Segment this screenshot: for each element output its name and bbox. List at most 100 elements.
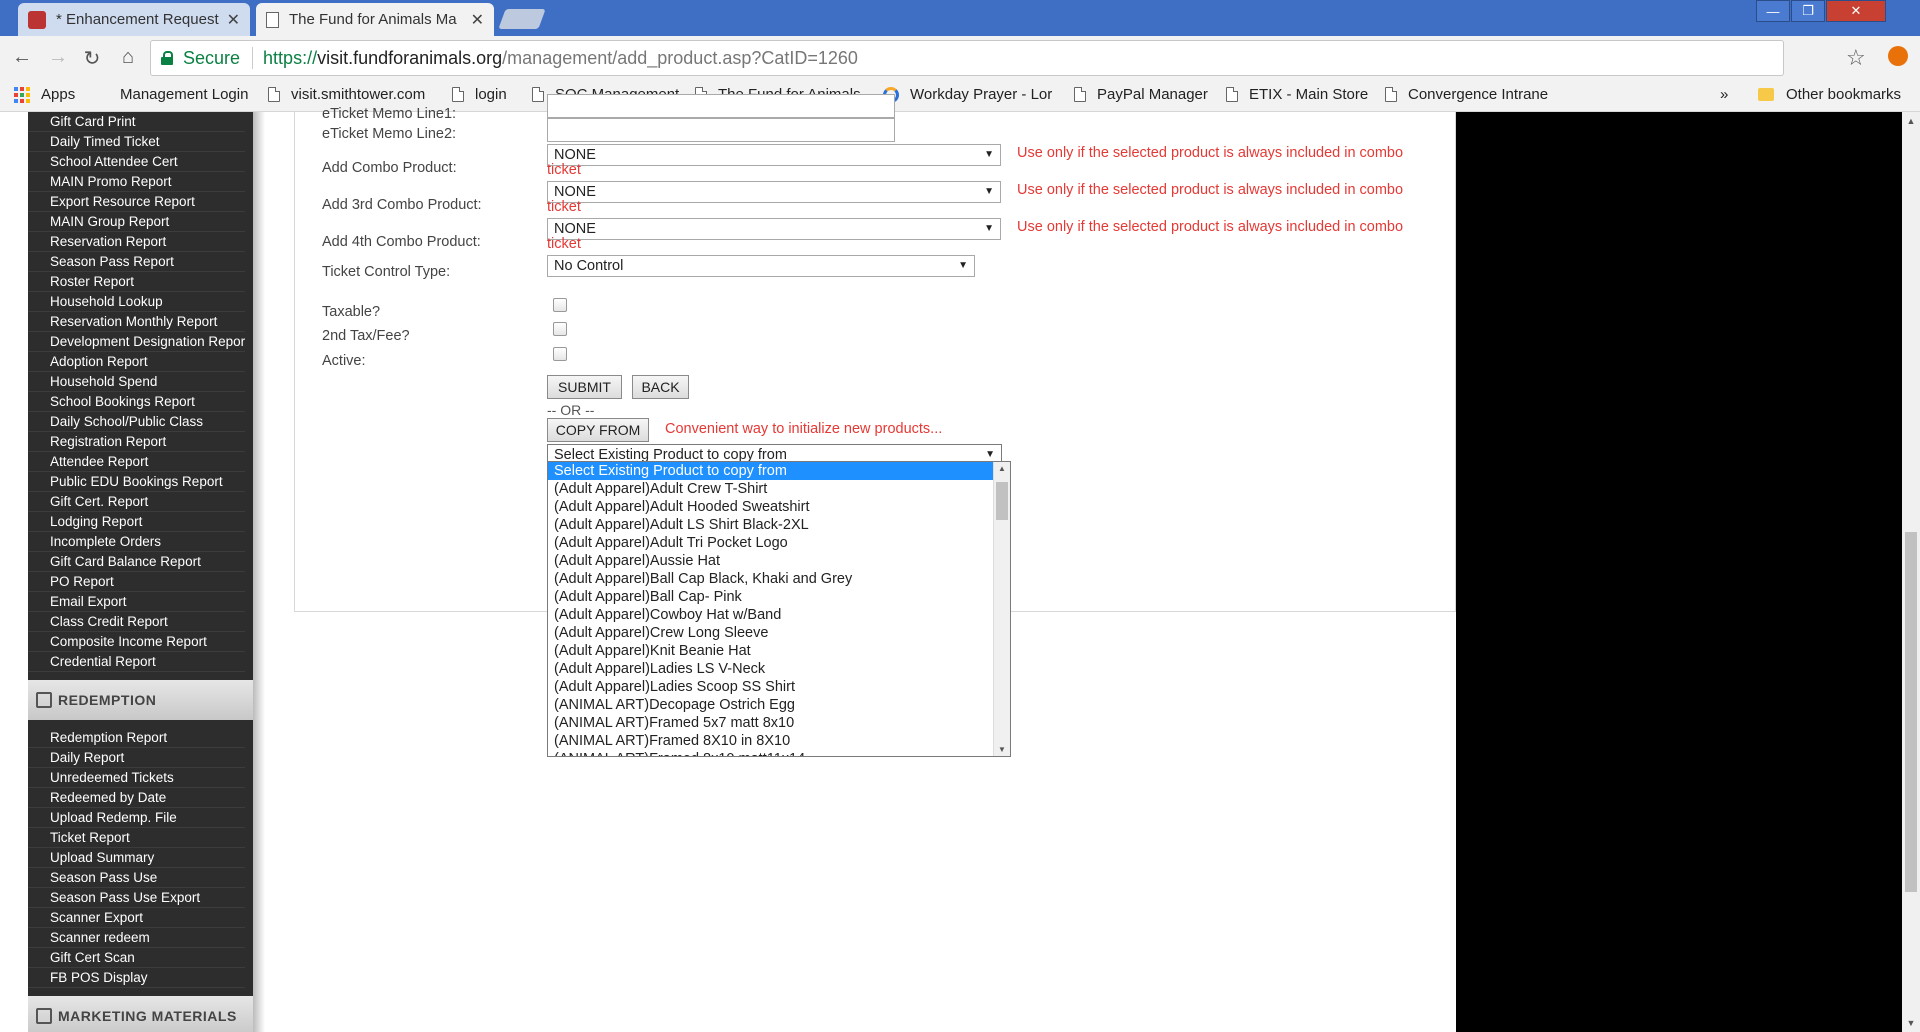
dropdown-option[interactable]: (Adult Apparel)Knit Beanie Hat [548,642,1010,660]
sidebar-item[interactable]: Gift Card Print [28,112,245,132]
submit-button[interactable]: SUBMIT [547,375,622,399]
bookmark-convergence-intranet[interactable]: Convergence Intrane [1385,86,1548,103]
dropdown-option[interactable]: Select Existing Product to copy from [548,462,1010,480]
bookmark-workday-prayer[interactable]: Workday Prayer - Lor [883,86,1052,103]
sidebar-item[interactable]: Reservation Report [28,232,245,252]
memo2-input[interactable] [547,118,895,142]
sidebar-item[interactable]: Public EDU Bookings Report [28,472,245,492]
dropdown-option[interactable]: (ANIMAL ART)Framed 5x7 matt 8x10 [548,714,1010,732]
dropdown-option[interactable]: (Adult Apparel)Ladies Scoop SS Shirt [548,678,1010,696]
bookmark-other[interactable]: Other bookmarks [1758,86,1901,103]
bookmark-login[interactable]: login [452,86,507,103]
tab-fund-for-animals[interactable]: The Fund for Animals Ma ✕ [256,3,494,36]
sidebar-item[interactable]: Class Credit Report [28,612,245,632]
sidebar-item[interactable]: School Bookings Report [28,392,245,412]
sidebar-item[interactable]: Household Lookup [28,292,245,312]
dropdown-option[interactable]: (Adult Apparel)Adult LS Shirt Black-2XL [548,516,1010,534]
sidebar-item[interactable]: Reservation Monthly Report [28,312,245,332]
dropdown-option[interactable]: (ANIMAL ART)Framed 8x10 matt11x14 [548,750,1010,756]
sidebar-item[interactable]: Upload Redemp. File [28,808,245,828]
reload-icon[interactable]: ↻ [80,46,104,71]
sidebar-item[interactable]: Registration Report [28,432,245,452]
dropdown-option[interactable]: (Adult Apparel)Adult Crew T-Shirt [548,480,1010,498]
sidebar-item[interactable]: Development Designation Report [28,332,245,352]
sidebar-item[interactable]: Redemption Report [28,728,245,748]
forward-arrow-icon[interactable]: → [46,46,70,69]
copy-from-button[interactable]: COPY FROM [547,418,649,442]
sidebar-item[interactable]: Gift Card Balance Report [28,552,245,572]
extension-icon[interactable] [1888,46,1908,66]
sidebar-item[interactable]: Roster Report [28,272,245,292]
sidebar-item[interactable]: Scanner Export [28,908,245,928]
bookmark-star-icon[interactable]: ☆ [1846,45,1866,71]
sidebar-item[interactable]: MAIN Group Report [28,212,245,232]
sidebar-item[interactable]: Attendee Report [28,452,245,472]
scroll-thumb[interactable] [996,482,1008,520]
bookmark-paypal-manager[interactable]: PayPal Manager [1074,86,1208,103]
new-tab-button[interactable] [498,9,546,29]
bookmark-management-login[interactable]: Management Login [96,86,248,103]
dropdown-option[interactable]: (Adult Apparel)Crew Long Sleeve [548,624,1010,642]
tax2-checkbox[interactable] [553,322,567,336]
scroll-down-arrow-icon[interactable]: ▼ [1902,1018,1920,1028]
combo1-select[interactable]: NONE ▼ [547,144,1001,166]
dropdown-option[interactable]: (ANIMAL ART)Framed 8X10 in 8X10 [548,732,1010,750]
bookmarks-overflow-button[interactable]: » [1720,86,1728,103]
dropdown-option[interactable]: (Adult Apparel)Adult Hooded Sweatshirt [548,498,1010,516]
close-window-button[interactable]: ✕ [1826,0,1886,22]
dropdown-scrollbar[interactable]: ▲ ▼ [993,462,1010,756]
sidebar-item[interactable]: FB POS Display [28,968,245,988]
sidebar-item[interactable]: PO Report [28,572,245,592]
page-scrollbar[interactable]: ▲ ▼ [1902,112,1920,1032]
copy-from-dropdown-list[interactable]: Select Existing Product to copy from (Adu… [547,461,1011,757]
sidebar-item[interactable]: Household Spend [28,372,245,392]
dropdown-option[interactable]: (Adult Apparel)Aussie Hat [548,552,1010,570]
minimize-button[interactable]: — [1756,0,1790,22]
sidebar-item[interactable]: Incomplete Orders [28,532,245,552]
sidebar-item[interactable]: Gift Cert Scan [28,948,245,968]
sidebar-item[interactable]: Season Pass Use Export [28,888,245,908]
tab-enhancement-requests[interactable]: * Enhancement Requests ✕ [18,3,250,36]
sidebar-item[interactable]: Ticket Report [28,828,245,848]
sidebar-item[interactable]: Daily School/Public Class [28,412,245,432]
sidebar-item[interactable]: Daily Timed Ticket [28,132,245,152]
redemption-section-header[interactable]: REDEMPTION [28,680,253,720]
back-button[interactable]: BACK [632,375,689,399]
bookmark-etix-main-store[interactable]: ETIX - Main Store [1226,86,1368,103]
sidebar-item[interactable]: Season Pass Report [28,252,245,272]
scroll-down-arrow-icon[interactable]: ▼ [994,745,1010,754]
combo2-select[interactable]: NONE ▼ [547,181,1001,203]
sidebar-item[interactable]: Unredeemed Tickets [28,768,245,788]
ticket-control-select[interactable]: No Control ▼ [547,255,975,277]
bookmark-apps[interactable]: Apps [14,86,75,103]
dropdown-option[interactable]: (Adult Apparel)Ladies LS V-Neck [548,660,1010,678]
sidebar-item[interactable]: School Attendee Cert [28,152,245,172]
sidebar-item[interactable]: Credential Report [28,652,245,672]
active-checkbox[interactable] [553,347,567,361]
dropdown-option[interactable]: (Adult Apparel)Adult Tri Pocket Logo [548,534,1010,552]
sidebar-item[interactable]: Export Resource Report [28,192,245,212]
sidebar-item[interactable]: Upload Summary [28,848,245,868]
scroll-up-arrow-icon[interactable]: ▲ [994,464,1010,473]
memo1-input[interactable] [547,94,895,118]
marketing-section-header[interactable]: MARKETING MATERIALS [28,996,253,1032]
sidebar-item[interactable]: Season Pass Use [28,868,245,888]
sidebar-item[interactable]: MAIN Promo Report [28,172,245,192]
sidebar-item[interactable]: Scanner redeem [28,928,245,948]
dropdown-option[interactable]: (Adult Apparel)Ball Cap Black, Khaki and… [548,570,1010,588]
sidebar-item[interactable]: Composite Income Report [28,632,245,652]
dropdown-option[interactable]: (Adult Apparel)Cowboy Hat w/Band [548,606,1010,624]
sidebar-item[interactable]: Daily Report [28,748,245,768]
dropdown-option[interactable]: (Adult Apparel)Ball Cap- Pink [548,588,1010,606]
bookmark-smithtower[interactable]: visit.smithtower.com [268,86,425,103]
taxable-checkbox[interactable] [553,298,567,312]
dropdown-option[interactable]: (ANIMAL ART)Decopage Ostrich Egg [548,696,1010,714]
sidebar-item[interactable]: Redeemed by Date [28,788,245,808]
home-icon[interactable]: ⌂ [116,46,140,69]
sidebar-item[interactable]: Gift Cert. Report [28,492,245,512]
close-icon[interactable]: ✕ [227,10,240,30]
restore-button[interactable]: ❐ [1791,0,1825,22]
combo3-select[interactable]: NONE ▼ [547,218,1001,240]
sidebar-item[interactable]: Email Export [28,592,245,612]
scroll-up-arrow-icon[interactable]: ▲ [1902,116,1920,126]
